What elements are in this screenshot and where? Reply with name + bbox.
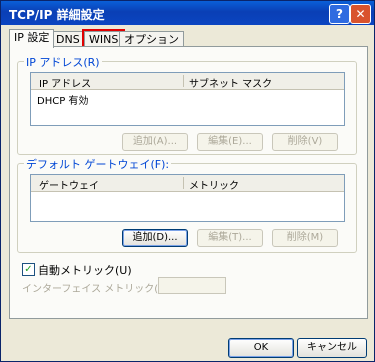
tab-dns[interactable]: DNS	[51, 31, 85, 47]
interface-metric-field[interactable]	[158, 277, 226, 294]
auto-metric-label[interactable]: 自動メトリック(U)	[38, 262, 132, 278]
gateway-add-button[interactable]: 追加(D)...	[122, 229, 188, 247]
title-bar[interactable]: TCP/IP 詳細設定 ? ✕	[1, 1, 374, 25]
help-icon[interactable]: ?	[329, 4, 350, 24]
auto-metric-checkbox[interactable]: ✓	[22, 263, 35, 276]
ip-address-group: IP アドレス(R) IP アドレス サブネット マスク DHCP 有効 追加(…	[17, 54, 357, 155]
column-header-ip[interactable]: IP アドレス	[39, 75, 91, 90]
gateway-list[interactable]: ゲートウェイ メトリック	[30, 174, 345, 222]
close-icon[interactable]: ✕	[350, 4, 371, 24]
ip-delete-button[interactable]: 削除(V)	[272, 133, 338, 151]
ip-edit-button[interactable]: 編集(E)...	[197, 133, 263, 151]
tab-options[interactable]: オプション	[119, 31, 184, 47]
list-header: IP アドレス サブネット マスク	[31, 73, 344, 90]
cancel-button[interactable]: キャンセル	[297, 338, 367, 358]
ip-address-group-label: IP アドレス(R)	[24, 54, 102, 70]
default-gateway-group-label: デフォルト ゲートウェイ(F):	[24, 156, 172, 172]
ok-button[interactable]: OK	[228, 338, 294, 358]
column-header-metric[interactable]: メトリック	[189, 177, 239, 192]
tab-wins[interactable]: WINS	[81, 29, 126, 49]
interface-metric-label: インターフェイス メトリック(N):	[22, 284, 173, 295]
column-header-gateway[interactable]: ゲートウェイ	[39, 177, 99, 192]
list-item[interactable]: DHCP 有効	[37, 92, 88, 107]
gateway-delete-button[interactable]: 削除(M)	[272, 229, 338, 247]
gateway-edit-button[interactable]: 編集(T)...	[197, 229, 263, 247]
column-separator[interactable]	[183, 177, 184, 189]
column-separator[interactable]	[183, 75, 184, 87]
tab-ip-settings[interactable]: IP 設定	[9, 29, 55, 48]
ip-add-button[interactable]: 追加(A)...	[122, 133, 188, 151]
column-header-subnet[interactable]: サブネット マスク	[189, 75, 272, 90]
list-header: ゲートウェイ メトリック	[31, 175, 344, 192]
tab-panel: IP アドレス(R) IP アドレス サブネット マスク DHCP 有効 追加(…	[9, 46, 368, 319]
ip-address-list[interactable]: IP アドレス サブネット マスク DHCP 有効	[30, 72, 345, 126]
window-title: TCP/IP 詳細設定	[9, 8, 105, 22]
default-gateway-group: デフォルト ゲートウェイ(F): ゲートウェイ メトリック 追加(D)... 編…	[17, 156, 357, 253]
dialog-window: TCP/IP 詳細設定 ? ✕ IP 設定 DNS WINS オプション IP …	[0, 0, 375, 362]
